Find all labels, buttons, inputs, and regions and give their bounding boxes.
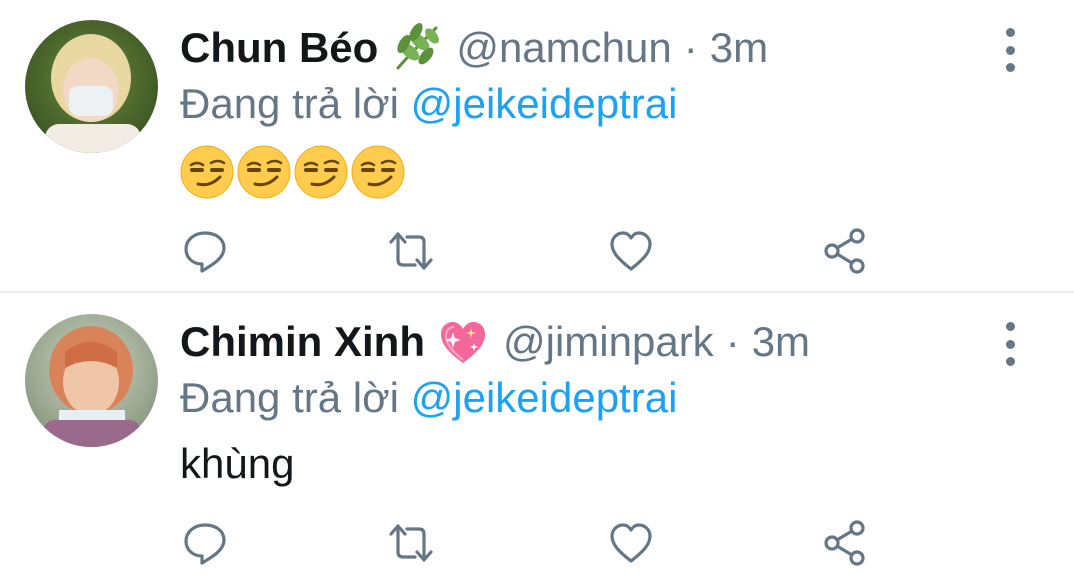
handle[interactable]: @jiminpark xyxy=(503,318,714,366)
timestamp[interactable]: 3m xyxy=(752,318,810,366)
action-bar xyxy=(182,520,872,566)
tweet-header: Chimin Xinh @jiminpark · 3m xyxy=(180,314,810,370)
tweet-2[interactable]: Chimin Xinh @jiminpark · 3m Đang trả lời… xyxy=(0,0,1074,566)
mention-link[interactable]: @jeikeideptrai xyxy=(411,374,678,421)
avatar[interactable] xyxy=(25,314,158,447)
like-icon[interactable] xyxy=(608,520,654,566)
reply-icon[interactable] xyxy=(182,520,228,566)
more-options-icon[interactable] xyxy=(995,322,1025,366)
replying-prefix: Đang trả lời xyxy=(180,374,399,421)
separator-dot: · xyxy=(725,318,740,365)
display-name[interactable]: Chimin Xinh xyxy=(180,318,425,366)
share-icon[interactable] xyxy=(822,520,868,566)
retweet-icon[interactable] xyxy=(388,520,434,566)
sparkling-heart-emoji-icon xyxy=(437,316,489,368)
replying-to: Đang trả lời @jeikeideptrai xyxy=(180,374,677,422)
divider xyxy=(0,291,1074,293)
tweet-body-text: khùng xyxy=(180,440,295,487)
